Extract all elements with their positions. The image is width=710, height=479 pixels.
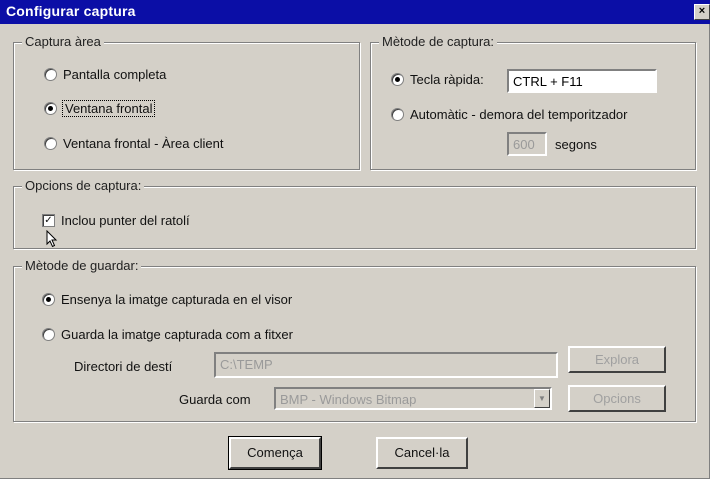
radio-front-window[interactable]: Ventana frontal: [44, 100, 156, 117]
mouse-pointer-icon: [46, 230, 58, 248]
include-pointer-checkbox[interactable]: ✓ Inclou punter del ratolí: [42, 213, 190, 228]
browse-button[interactable]: Explora: [568, 346, 666, 373]
save-as-label: Guarda com: [179, 392, 251, 407]
radio-show-in-viewer-indicator[interactable]: [42, 293, 55, 306]
checkmark-icon: ✓: [44, 215, 53, 226]
radio-save-to-file[interactable]: Guarda la imatge capturada com a fitxer: [42, 327, 293, 342]
radio-show-in-viewer-label: Ensenya la imatge capturada en el visor: [61, 292, 293, 307]
dialog-window: Configurar captura × Captura àrea Pantal…: [0, 0, 710, 479]
radio-timer[interactable]: Automàtic - demora del temporitzador: [391, 107, 627, 122]
window-title: Configurar captura: [6, 3, 136, 19]
radio-show-in-viewer[interactable]: Ensenya la imatge capturada en el visor: [42, 292, 292, 307]
radio-full-screen-indicator[interactable]: [44, 68, 57, 81]
close-icon: ×: [698, 5, 706, 17]
close-button[interactable]: ×: [694, 4, 710, 20]
capture-method-legend: Mètode de captura:: [379, 34, 498, 50]
include-pointer-checkbox-box[interactable]: ✓: [42, 214, 55, 227]
timer-unit-label: segons: [555, 137, 597, 152]
radio-front-window-label: Ventana frontal: [61, 100, 156, 117]
save-as-format-select[interactable]: BMP - Windows Bitmap ▼: [274, 387, 552, 410]
radio-full-screen[interactable]: Pantalla completa: [44, 67, 166, 82]
radio-hotkey-label: Tecla ràpida:: [410, 72, 484, 87]
include-pointer-label: Inclou punter del ratolí: [61, 213, 190, 228]
radio-front-window-indicator[interactable]: [44, 102, 57, 115]
format-options-button[interactable]: Opcions: [568, 385, 666, 412]
timer-seconds-input[interactable]: 600: [507, 132, 547, 156]
capture-options-group: Opcions de captura: ✓ Inclou punter del …: [13, 178, 696, 249]
capture-area-legend: Captura àrea: [22, 34, 104, 50]
radio-timer-label: Automàtic - demora del temporitzador: [410, 107, 628, 122]
radio-save-to-file-label: Guarda la imatge capturada com a fitxer: [61, 327, 293, 342]
capture-method-group: Mètode de captura: Tecla ràpida: CTRL + …: [370, 34, 696, 170]
hotkey-input[interactable]: CTRL + F11: [507, 69, 657, 93]
capture-options-legend: Opcions de captura:: [22, 178, 145, 194]
start-button[interactable]: Comença: [228, 436, 322, 470]
dest-folder-input[interactable]: C:\TEMP: [214, 352, 558, 378]
save-method-group: Mètode de guardar: Ensenya la imatge cap…: [13, 258, 696, 422]
radio-hotkey[interactable]: Tecla ràpida:: [391, 72, 484, 87]
title-bar[interactable]: Configurar captura ×: [0, 0, 710, 24]
radio-timer-indicator[interactable]: [391, 108, 404, 121]
dest-folder-label: Directori de destí: [74, 359, 173, 374]
radio-hotkey-indicator[interactable]: [391, 73, 404, 86]
radio-front-window-client-label: Ventana frontal - Àrea client: [63, 136, 224, 151]
save-as-format-value: BMP - Windows Bitmap: [280, 392, 417, 407]
radio-full-screen-label: Pantalla completa: [63, 67, 167, 82]
radio-front-window-client[interactable]: Ventana frontal - Àrea client: [44, 136, 223, 151]
capture-area-group: Captura àrea Pantalla completa Ventana f…: [13, 34, 360, 170]
chevron-down-icon[interactable]: ▼: [534, 389, 550, 408]
cancel-button[interactable]: Cancel·la: [376, 437, 468, 469]
radio-front-window-client-indicator[interactable]: [44, 137, 57, 150]
save-method-legend: Mètode de guardar:: [22, 258, 142, 274]
radio-save-to-file-indicator[interactable]: [42, 328, 55, 341]
